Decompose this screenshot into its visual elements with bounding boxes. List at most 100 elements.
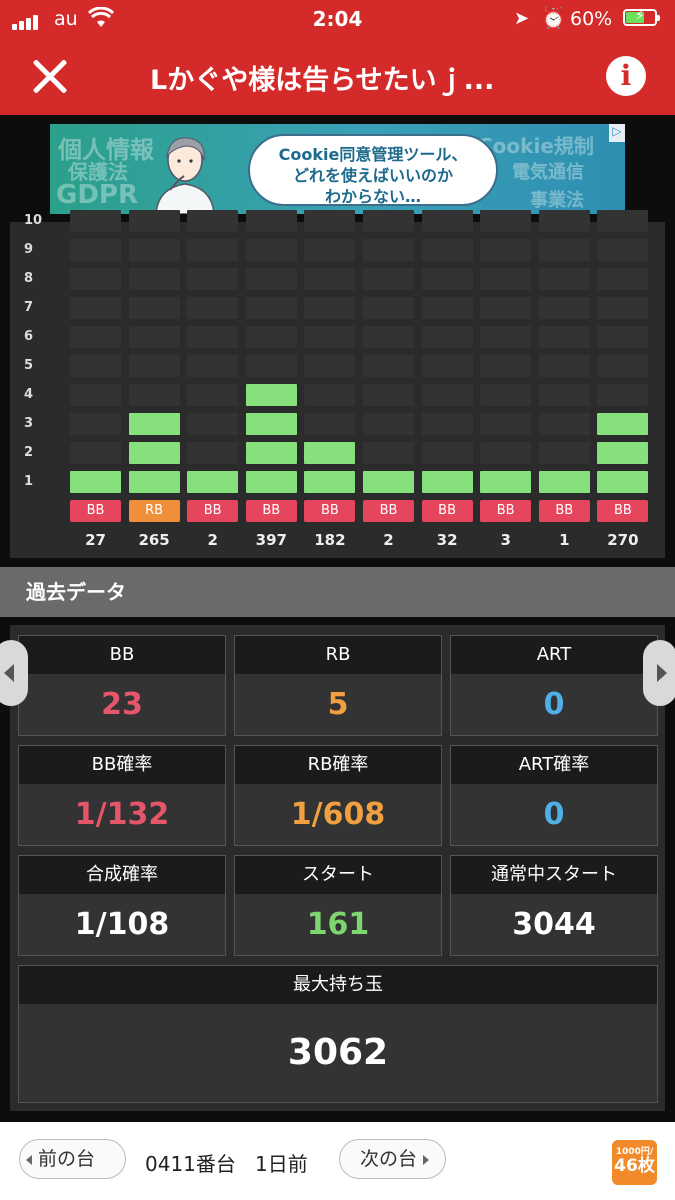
- bar-segment: [70, 471, 121, 493]
- stat-label: ART: [451, 636, 657, 674]
- empty-cell: [363, 413, 414, 435]
- next-page-arrow-icon[interactable]: [643, 640, 675, 706]
- empty-cell: [421, 268, 473, 290]
- bar-segment: [245, 471, 297, 493]
- bar-segment: [128, 413, 180, 435]
- empty-cell: [597, 384, 649, 406]
- prev-machine-label: 前の台: [38, 1148, 96, 1170]
- stat-label: 最大持ち玉: [19, 966, 657, 1004]
- empty-cell: [480, 384, 532, 406]
- stat-value: 0: [543, 797, 565, 832]
- stat-label: RB: [235, 636, 441, 674]
- stat-start: スタート 161: [234, 855, 442, 956]
- empty-cell: [128, 384, 180, 406]
- empty-cell: [304, 413, 356, 435]
- empty-cell: [187, 239, 239, 261]
- day-label: 1日前: [254, 1152, 308, 1176]
- y-tick-label: 9: [24, 242, 34, 257]
- empty-cell: [187, 413, 239, 435]
- stat-value: 0: [543, 687, 565, 722]
- bar-segment: [128, 471, 180, 493]
- empty-cell: [480, 297, 532, 319]
- empty-cell: [421, 384, 473, 406]
- bar-segment: [187, 471, 239, 493]
- empty-cell: [538, 326, 590, 348]
- stat-label: BB: [19, 636, 225, 674]
- empty-cell: [128, 239, 180, 261]
- rate-top: 1000円/: [615, 1147, 654, 1157]
- game-count-label: 2: [207, 531, 218, 549]
- game-count-label: 270: [607, 531, 639, 549]
- ad-bg-word: 電気通信: [512, 162, 584, 183]
- empty-cell: [304, 384, 356, 406]
- empty-cell: [70, 355, 121, 377]
- y-tick-label: 2: [24, 445, 34, 460]
- ad-bg-word: GDPR: [56, 180, 138, 210]
- empty-cell: [480, 355, 532, 377]
- section-header: 過去データ: [0, 567, 675, 617]
- previous-page-arrow-icon[interactable]: [0, 640, 28, 706]
- adchoices-icon[interactable]: ▷: [609, 124, 625, 142]
- y-tick-label: 10: [24, 213, 43, 228]
- game-count-label: 397: [255, 531, 287, 549]
- empty-cell: [70, 326, 121, 348]
- close-icon[interactable]: [30, 56, 70, 96]
- empty-cell: [128, 210, 180, 232]
- bar-segment: [245, 413, 297, 435]
- stat-bb: BB 23: [18, 635, 226, 736]
- empty-cell: [187, 297, 239, 319]
- empty-cell: [421, 413, 473, 435]
- next-machine-button[interactable]: 次の台: [339, 1139, 446, 1179]
- empty-cell: [70, 442, 121, 464]
- battery-icon: ⚡: [623, 8, 660, 26]
- empty-cell: [363, 239, 414, 261]
- empty-cell: [363, 355, 414, 377]
- prev-machine-button[interactable]: 前の台: [19, 1139, 126, 1179]
- bar-segment: [245, 384, 297, 406]
- stat-value: 5: [327, 687, 349, 722]
- empty-cell: [245, 239, 297, 261]
- bar-segment: [421, 471, 473, 493]
- stat-value: 161: [306, 907, 370, 942]
- stat-max-balls: 最大持ち玉 3062: [18, 965, 658, 1103]
- game-count-label: 182: [314, 531, 346, 549]
- stat-value: 1/608: [290, 797, 386, 832]
- rate-bottom: 46枚: [614, 1156, 655, 1176]
- stat-art: ART 0: [450, 635, 658, 736]
- empty-cell: [304, 210, 356, 232]
- ad-banner[interactable]: 個人情報 保護法 GDPR Cookie規制 電気通信 事業法 Cookie同意…: [50, 124, 625, 214]
- stat-normal-start: 通常中スタート 3044: [450, 855, 658, 956]
- next-machine-label: 次の台: [360, 1148, 418, 1170]
- machine-number: 0411番台: [145, 1152, 236, 1176]
- empty-cell: [304, 355, 356, 377]
- title-bar: Lかぐや様は告らせたいｊ... i: [0, 38, 675, 115]
- empty-cell: [245, 268, 297, 290]
- chevron-right-icon: [423, 1154, 430, 1165]
- bonus-type-tag: BB: [245, 500, 297, 522]
- empty-cell: [245, 355, 297, 377]
- info-icon[interactable]: i: [606, 56, 646, 96]
- ad-line: Cookie同意管理ツール、: [278, 145, 468, 164]
- stat-label: RB確率: [235, 746, 441, 784]
- bonus-type-tag: BB: [70, 500, 121, 522]
- empty-cell: [187, 268, 239, 290]
- bonus-type-tag: BB: [304, 500, 356, 522]
- empty-cell: [538, 239, 590, 261]
- bonus-type-tag: BB: [363, 500, 414, 522]
- empty-cell: [480, 442, 532, 464]
- empty-cell: [70, 413, 121, 435]
- empty-cell: [187, 355, 239, 377]
- empty-cell: [128, 326, 180, 348]
- ad-person-illustration: [155, 137, 215, 214]
- stat-value: 23: [101, 687, 143, 722]
- empty-cell: [128, 268, 180, 290]
- empty-cell: [480, 210, 532, 232]
- empty-cell: [480, 239, 532, 261]
- empty-cell: [480, 326, 532, 348]
- bonus-type-tag: RB: [128, 500, 180, 522]
- empty-cell: [538, 413, 590, 435]
- stat-value: 1/132: [74, 797, 170, 832]
- empty-cell: [597, 210, 649, 232]
- empty-cell: [480, 268, 532, 290]
- game-count-label: 27: [85, 531, 106, 549]
